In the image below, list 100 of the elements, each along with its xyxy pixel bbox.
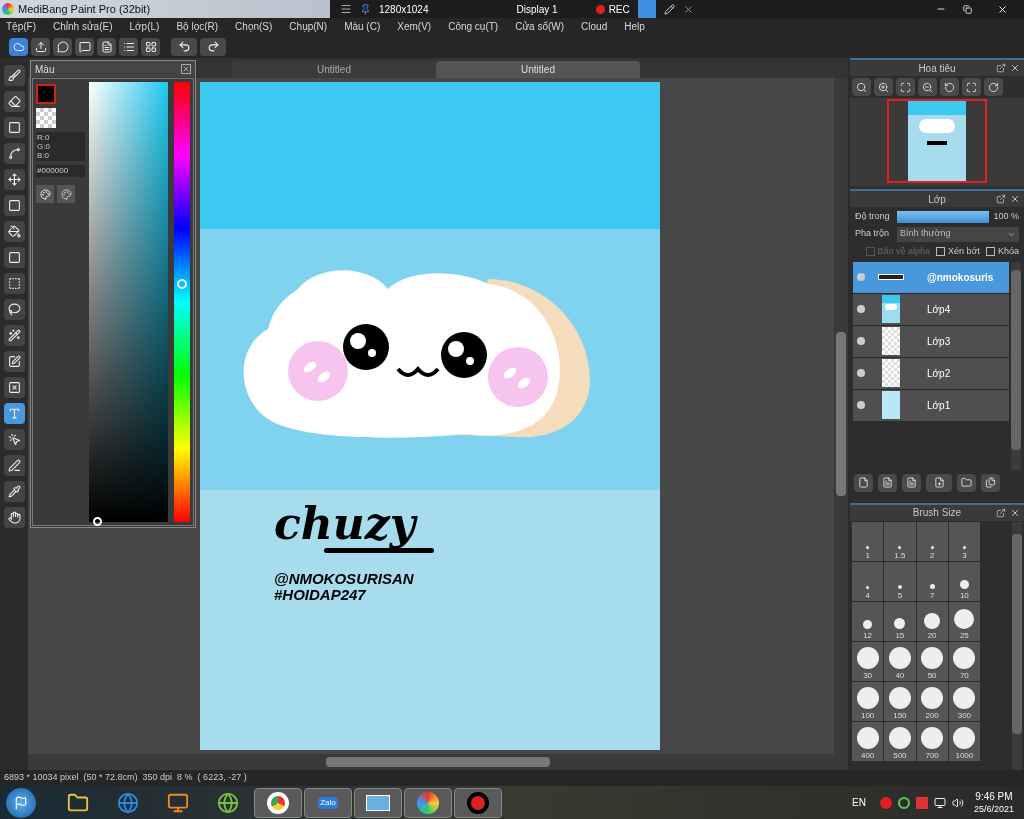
palette-settings-button[interactable] — [57, 185, 75, 203]
visibility-toggle[interactable] — [857, 401, 865, 409]
layer-row[interactable]: Lớp1 — [853, 389, 1009, 422]
recorder-taskbar-button[interactable] — [454, 787, 502, 818]
popout-icon[interactable] — [996, 63, 1006, 73]
document-tab[interactable]: Untitled — [232, 61, 436, 78]
layer-scrollbar[interactable] — [1011, 261, 1021, 470]
cloud-button[interactable] — [9, 37, 28, 56]
menu-item[interactable]: Help — [624, 19, 645, 34]
menu-item[interactable]: Chụp(N) — [289, 19, 328, 34]
new-layer-button[interactable] — [854, 473, 873, 492]
chrome-taskbar-button[interactable] — [254, 787, 302, 818]
record-toggle[interactable] — [637, 0, 656, 18]
zoom-in-button[interactable] — [874, 78, 893, 96]
volume-icon[interactable] — [951, 796, 964, 809]
eraser-tool[interactable] — [3, 91, 25, 112]
paint-app-taskbar-button[interactable] — [404, 787, 452, 818]
message-button[interactable] — [75, 37, 94, 56]
layer-option-checkbox[interactable]: Xén bớt — [936, 244, 980, 259]
pencil-icon[interactable] — [663, 3, 675, 15]
new-layer-one-button[interactable] — [902, 473, 921, 492]
square-tool[interactable] — [3, 117, 25, 138]
tray-icon[interactable] — [879, 796, 892, 809]
navigator-preview[interactable] — [887, 99, 987, 183]
selection-eraser-tool[interactable] — [3, 377, 25, 398]
menu-item[interactable]: Chỉnh sửa(E) — [53, 19, 113, 34]
blend-dropdown[interactable]: Bình thường — [897, 226, 1019, 242]
menu-item[interactable]: Cloud — [581, 19, 608, 34]
brush-size-option[interactable]: 40 — [884, 641, 916, 681]
tray-icon[interactable] — [897, 796, 910, 809]
brush-size-option[interactable]: 300 — [948, 681, 980, 721]
pen-tool[interactable] — [3, 455, 25, 476]
close-icon[interactable] — [181, 64, 191, 74]
brush-scrollbar[interactable] — [1012, 521, 1022, 770]
popout-icon[interactable] — [996, 507, 1006, 518]
menu-item[interactable]: Bộ lọc(R) — [176, 19, 219, 34]
brush-tool[interactable] — [3, 65, 25, 86]
rotate-left-button[interactable] — [940, 78, 959, 96]
hue-slider[interactable] — [174, 82, 190, 522]
transparent-swatch[interactable] — [36, 108, 56, 128]
brush-size-option[interactable]: 2 — [916, 521, 948, 561]
brush-size-option[interactable]: 15 — [884, 601, 916, 641]
menu-item[interactable]: Xem(V) — [397, 19, 432, 34]
menu-item[interactable]: Chọn(S) — [235, 19, 273, 34]
undo-button[interactable] — [171, 37, 197, 56]
brush-size-option[interactable]: 5 — [884, 561, 916, 601]
brush-size-option[interactable]: 4 — [852, 561, 884, 601]
photos-taskbar-button[interactable] — [354, 787, 402, 818]
add-layer-button[interactable] — [926, 473, 952, 492]
brush-size-option[interactable]: 3 — [948, 521, 980, 561]
pin-icon[interactable] — [360, 3, 371, 15]
palette-button[interactable] — [36, 185, 54, 203]
text-tool[interactable] — [3, 403, 25, 424]
horizontal-scrollbar[interactable] — [28, 754, 848, 770]
close-icon[interactable] — [682, 3, 694, 15]
brush-size-option[interactable]: 1.5 — [884, 521, 916, 561]
layer-row[interactable]: Lớp3 — [853, 325, 1009, 358]
brush-size-option[interactable]: 10 — [948, 561, 980, 601]
brush-size-option[interactable]: 50 — [916, 641, 948, 681]
duplicate-layer-button[interactable] — [981, 473, 1000, 492]
redo-button[interactable] — [200, 37, 226, 56]
speech-bubble-button[interactable] — [53, 37, 72, 56]
brush-size-option[interactable]: 150 — [884, 681, 916, 721]
color-picker-handle[interactable] — [93, 517, 103, 526]
upload-button[interactable] — [31, 37, 50, 56]
record-button[interactable]: REC — [595, 1, 630, 17]
menu-item[interactable]: Màu (C) — [344, 19, 381, 34]
dashed-square-tool[interactable] — [3, 273, 25, 294]
brush-size-option[interactable]: 400 — [852, 721, 884, 761]
layer-template-button[interactable] — [878, 473, 897, 492]
document-button[interactable] — [97, 37, 116, 56]
close-icon[interactable] — [1010, 63, 1020, 73]
layer-row[interactable]: @nmokosuris — [853, 261, 1009, 294]
zoom-out-button[interactable] — [918, 78, 937, 96]
brush-size-option[interactable]: 7 — [916, 561, 948, 601]
language-indicator[interactable]: EN — [852, 795, 866, 810]
visibility-toggle[interactable] — [857, 305, 865, 313]
hand-tool[interactable] — [3, 507, 25, 528]
visibility-toggle[interactable] — [857, 369, 865, 377]
fit-screen-button[interactable] — [962, 78, 981, 96]
paint-bucket-tool[interactable] — [3, 221, 25, 242]
popout-icon[interactable] — [996, 194, 1006, 204]
opacity-slider[interactable] — [897, 210, 990, 223]
hue-slider-thumb[interactable] — [177, 279, 188, 290]
menu-item[interactable]: Cửa sổ(W) — [515, 19, 565, 34]
close-icon[interactable] — [1010, 507, 1020, 518]
vertical-scrollbar[interactable] — [834, 78, 848, 754]
pointer-tool[interactable] — [3, 429, 25, 450]
curve-tool[interactable] — [3, 143, 25, 164]
selection-pen-tool[interactable] — [3, 351, 25, 372]
brush-size-option[interactable]: 1000 — [948, 721, 980, 761]
visibility-toggle[interactable] — [857, 337, 865, 345]
network-icon[interactable] — [933, 796, 946, 809]
zoom-reset-button[interactable] — [852, 78, 871, 96]
visibility-toggle[interactable] — [857, 273, 865, 281]
brush-size-option[interactable]: 25 — [948, 601, 980, 641]
color-swatch[interactable] — [36, 84, 56, 104]
brush-size-option[interactable]: 1 — [852, 521, 884, 561]
start-button[interactable] — [6, 787, 36, 818]
layer-option-checkbox[interactable]: Khóa — [985, 244, 1019, 259]
